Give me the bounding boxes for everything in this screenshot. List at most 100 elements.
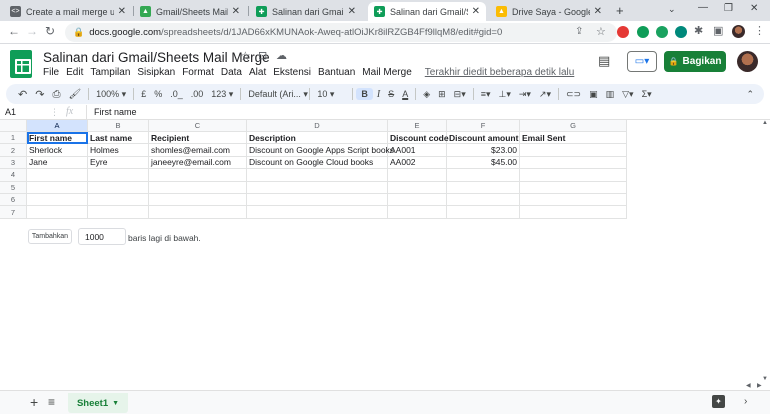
browser-tab[interactable]: <> Create a mail merge usin ✕ [4, 2, 132, 21]
more-formats-select[interactable]: 123 ▾ [207, 89, 237, 100]
menu-extensions[interactable]: Ekstensi [273, 67, 311, 78]
header-cell[interactable]: Discount code [388, 132, 449, 145]
grammarly-extension-icon[interactable] [656, 26, 668, 38]
name-box[interactable]: A1 [5, 107, 16, 117]
fill-color-icon[interactable]: ◈ [419, 89, 434, 100]
table-cell[interactable]: janeeyre@email.com [149, 156, 247, 170]
column-header[interactable]: F [447, 120, 520, 132]
font-family-select[interactable]: Default (Ari... ▾ [244, 89, 308, 100]
table-cell[interactable]: Eyre [88, 156, 149, 170]
table-cell[interactable]: AA002 [388, 156, 447, 170]
increase-decimal-button[interactable]: .00 [187, 89, 208, 99]
table-cell[interactable] [520, 181, 627, 194]
header-cell[interactable]: First name [27, 132, 88, 145]
decrease-decimal-button[interactable]: .0_ [166, 89, 187, 99]
table-cell[interactable] [520, 156, 627, 170]
extension-icon[interactable] [675, 26, 687, 38]
table-cell[interactable] [247, 181, 388, 194]
browser-tab-active[interactable]: ✚ Salinan dari Gmail/Sheets ✕ [368, 2, 486, 21]
table-cell[interactable]: Holmes [88, 144, 149, 157]
new-tab-button[interactable]: + [616, 3, 624, 18]
browser-tab[interactable]: ▲ Drive Saya - Google Drive ✕ [490, 2, 608, 21]
menu-mail-merge[interactable]: Mail Merge [362, 67, 411, 78]
restore-window-icon[interactable]: ❐ [724, 3, 733, 14]
row-header[interactable]: 2 [0, 144, 27, 157]
all-sheets-icon[interactable]: ≡ [48, 395, 55, 409]
undo-icon[interactable]: ↶ [14, 88, 31, 101]
table-cell[interactable] [149, 206, 247, 219]
tab-search-icon[interactable]: ⌄ [668, 4, 676, 15]
reload-icon[interactable]: ↻ [45, 24, 55, 38]
table-cell[interactable] [88, 206, 149, 219]
last-edit-link[interactable]: Terakhir diedit beberapa detik lalu [425, 67, 575, 78]
row-header[interactable]: 4 [0, 169, 27, 182]
grid-corner[interactable] [0, 120, 27, 132]
profile-avatar[interactable] [732, 25, 745, 38]
table-cell[interactable]: Jane [27, 156, 88, 170]
strikethrough-button[interactable]: S [384, 89, 398, 99]
extensions-puzzle-icon[interactable]: ✱ [694, 24, 703, 37]
table-cell[interactable] [247, 194, 388, 207]
zoom-select[interactable]: 100% ▾ [92, 89, 130, 100]
forward-arrow-icon[interactable]: → [26, 24, 38, 38]
row-header[interactable]: 5 [0, 181, 27, 194]
close-tab-icon[interactable]: ✕ [594, 6, 602, 17]
evernote-extension-icon[interactable] [637, 26, 649, 38]
table-cell[interactable] [88, 181, 149, 194]
browser-menu-icon[interactable]: ⋮ [754, 24, 765, 37]
table-cell[interactable]: $45.00 [447, 156, 520, 170]
menu-format[interactable]: Format [182, 67, 214, 78]
table-cell[interactable] [520, 206, 627, 219]
table-cell[interactable] [88, 169, 149, 182]
table-cell[interactable] [447, 169, 520, 182]
row-header[interactable]: 3 [0, 156, 27, 170]
merge-cells-icon[interactable]: ⊟▾ [450, 89, 470, 100]
sheets-logo-icon[interactable] [10, 50, 32, 78]
font-size-select[interactable]: 10 ▾ [313, 89, 349, 100]
horizontal-align-icon[interactable]: ≡▾ [477, 89, 495, 100]
bookmark-star-icon[interactable]: ☆ [596, 25, 606, 38]
header-cell[interactable]: Discount amount [447, 132, 520, 145]
insert-link-icon[interactable]: ⊂⊃ [562, 89, 585, 100]
column-header[interactable]: B [88, 120, 149, 132]
close-tab-icon[interactable]: ✕ [118, 6, 126, 17]
currency-format-button[interactable]: £ [137, 89, 150, 99]
present-meeting-button[interactable]: ▭▾ [627, 51, 657, 72]
name-box-dropdown-icon[interactable]: ⋮ [50, 107, 59, 118]
header-cell[interactable]: Last name [88, 132, 149, 145]
back-arrow-icon[interactable]: ← [8, 24, 20, 38]
insert-comment-icon[interactable]: ▣ [585, 89, 602, 100]
sheet-tab[interactable]: Sheet1 ▼ [68, 393, 128, 413]
side-panel-toggle-icon[interactable]: › [744, 396, 747, 407]
explore-icon[interactable]: ✦ [712, 395, 725, 408]
browser-tab[interactable]: ▲ Gmail/Sheets Mail Merge ✕ [134, 2, 246, 21]
add-sheet-icon[interactable]: + [30, 394, 38, 410]
scroll-right-icon[interactable]: ▶ [757, 382, 762, 389]
menu-tools[interactable]: Alat [249, 67, 266, 78]
row-header[interactable]: 7 [0, 206, 27, 219]
cloud-status-icon[interactable]: ☁ [276, 49, 287, 62]
star-icon[interactable]: ☆ [240, 49, 251, 63]
close-tab-icon[interactable]: ✕ [348, 6, 356, 17]
table-cell[interactable]: Discount on Google Cloud books [247, 156, 388, 170]
adblock-extension-icon[interactable] [617, 26, 629, 38]
table-cell[interactable] [388, 206, 447, 219]
minimize-window-icon[interactable]: — [698, 2, 708, 13]
table-cell[interactable] [247, 206, 388, 219]
close-window-icon[interactable]: ✕ [750, 3, 758, 14]
menu-insert[interactable]: Sisipkan [137, 67, 175, 78]
paint-format-icon[interactable]: 🖌 [64, 89, 85, 100]
move-folder-icon[interactable]: ⊡ [258, 49, 267, 62]
column-header[interactable]: G [520, 120, 627, 132]
table-cell[interactable] [149, 194, 247, 207]
column-header[interactable]: D [247, 120, 388, 132]
scroll-left-icon[interactable]: ◀ [746, 382, 751, 389]
header-cell[interactable]: Email Sent [520, 132, 627, 145]
header-cell[interactable]: Recipient [149, 132, 247, 145]
table-cell[interactable] [388, 194, 447, 207]
formula-input[interactable]: First name [94, 107, 137, 117]
table-cell[interactable] [27, 181, 88, 194]
text-rotation-icon[interactable]: ↗▾ [535, 89, 555, 100]
percent-format-button[interactable]: % [150, 89, 166, 99]
table-cell[interactable] [388, 169, 447, 182]
